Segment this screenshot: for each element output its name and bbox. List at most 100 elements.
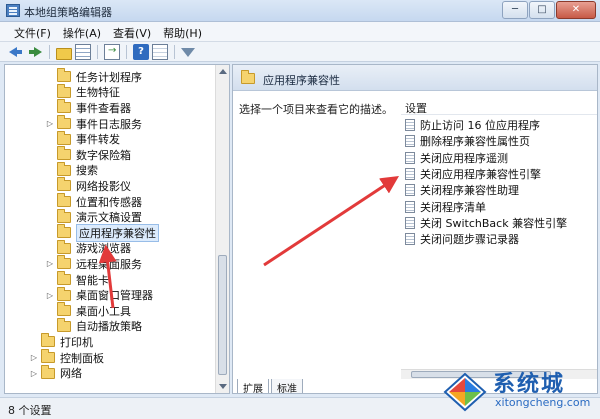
setting-label: 关闭应用程序兼容性引擎 bbox=[420, 168, 541, 182]
folder-up-icon[interactable] bbox=[56, 47, 72, 60]
maximize-button[interactable]: □ bbox=[529, 1, 555, 19]
setting-item[interactable]: 删除程序兼容性属性页 bbox=[401, 133, 530, 149]
scroll-thumb[interactable] bbox=[218, 255, 227, 375]
tree-item[interactable]: 搜索 bbox=[46, 161, 98, 179]
tab-extended[interactable]: 扩展 bbox=[237, 379, 269, 393]
tree-item-label: 远程桌面服务 bbox=[76, 257, 142, 271]
folder-icon bbox=[241, 70, 255, 84]
folder-icon bbox=[57, 68, 71, 83]
tree-item-label: 事件查看器 bbox=[76, 101, 131, 115]
setting-item[interactable]: 关闭程序清单 bbox=[401, 199, 486, 215]
xitongcheng-logo-icon bbox=[443, 372, 487, 412]
close-button[interactable]: ✕ bbox=[556, 1, 596, 19]
tab-standard[interactable]: 标准 bbox=[271, 379, 303, 393]
setting-label: 防止访问 16 位应用程序 bbox=[420, 119, 540, 133]
tree-item[interactable]: 事件查看器 bbox=[46, 99, 131, 116]
expand-arrow-icon[interactable]: ▷ bbox=[46, 259, 54, 268]
show-hide-tree-icon[interactable] bbox=[75, 43, 91, 60]
export-list-icon[interactable] bbox=[104, 43, 120, 60]
tree-item-label: 打印机 bbox=[60, 335, 93, 349]
properties-icon[interactable] bbox=[152, 43, 168, 60]
setting-label: 删除程序兼容性属性页 bbox=[420, 135, 530, 149]
policy-setting-icon bbox=[405, 184, 415, 197]
menu-file[interactable]: 文件(F) bbox=[8, 22, 57, 41]
tree-item[interactable]: ▷ 网络 bbox=[30, 364, 82, 381]
policy-setting-icon bbox=[405, 151, 415, 164]
tree-item[interactable]: 位置和传感器 bbox=[46, 193, 142, 210]
tree-item[interactable]: 任务计划程序 bbox=[46, 68, 142, 85]
tree-item[interactable]: 自动播放策略 bbox=[46, 317, 142, 335]
folder-icon bbox=[57, 193, 71, 208]
scroll-up-icon[interactable] bbox=[219, 69, 227, 74]
tree-item[interactable]: 游戏浏览器 bbox=[46, 239, 131, 257]
setting-item[interactable]: 关闭应用程序兼容性引擎 bbox=[401, 166, 541, 182]
setting-label: 关闭 SwitchBack 兼容性引擎 bbox=[420, 216, 568, 230]
help-icon[interactable]: ? bbox=[133, 43, 149, 60]
setting-label: 关闭问题步骤记录器 bbox=[420, 233, 519, 247]
tree-item-label: 网络投影仪 bbox=[76, 179, 131, 193]
setting-item[interactable]: 关闭程序兼容性助理 bbox=[401, 182, 519, 198]
settings-list: 设置 防止访问 16 位应用程序 删除程序兼容性属性页 关闭应用程序遥测关闭应用程序… bbox=[401, 97, 597, 367]
expand-arrow-icon[interactable]: ▷ bbox=[46, 291, 54, 300]
tree-item[interactable]: ▷ 远程桌面服务 bbox=[46, 255, 142, 272]
tree-item[interactable]: 生物特征 bbox=[46, 83, 120, 101]
minimize-button[interactable]: ─ bbox=[502, 1, 528, 19]
tree-item-label: 智能卡 bbox=[76, 273, 109, 287]
tree-item-label: 应用程序兼容性 bbox=[76, 223, 159, 242]
window-title: 本地组策略编辑器 bbox=[24, 6, 112, 19]
tree-item[interactable]: 网络投影仪 bbox=[46, 177, 131, 194]
tree-item[interactable]: 事件转发 bbox=[46, 130, 120, 147]
policy-setting-icon bbox=[405, 233, 415, 246]
folder-icon bbox=[41, 364, 55, 379]
tree-item-label: 桌面小工具 bbox=[76, 304, 131, 318]
tree-scrollbar[interactable] bbox=[215, 65, 229, 393]
tree-item[interactable]: 桌面小工具 bbox=[46, 302, 131, 319]
tree-item-label: 生物特征 bbox=[76, 86, 120, 100]
tree-item-label: 事件转发 bbox=[76, 133, 120, 147]
tree-item-label: 游戏浏览器 bbox=[76, 242, 131, 256]
tree-item-label: 搜索 bbox=[76, 164, 98, 178]
expand-arrow-icon[interactable]: ▷ bbox=[30, 353, 38, 362]
setting-item[interactable]: 关闭问题步骤记录器 bbox=[401, 231, 519, 247]
scroll-down-icon[interactable] bbox=[219, 384, 227, 389]
tree-item[interactable]: 打印机 bbox=[30, 333, 93, 350]
folder-icon bbox=[57, 177, 71, 192]
back-arrow-icon[interactable] bbox=[8, 44, 24, 60]
forward-arrow-icon[interactable] bbox=[27, 44, 43, 60]
menu-view[interactable]: 查看(V) bbox=[107, 22, 157, 41]
tree-item[interactable]: 演示文稿设置 bbox=[46, 208, 142, 225]
tree-item[interactable]: ▷ 控制面板 bbox=[30, 349, 104, 366]
details-title: 应用程序兼容性 bbox=[263, 74, 340, 87]
setting-item[interactable]: 防止访问 16 位应用程序 bbox=[401, 117, 540, 133]
expand-arrow-icon[interactable]: ▷ bbox=[46, 119, 54, 128]
watermark-url: xitongcheng.com bbox=[495, 396, 591, 409]
view-tabs: 扩展 标准 bbox=[237, 379, 303, 393]
toolbar-divider bbox=[174, 44, 175, 59]
folder-icon bbox=[57, 271, 71, 286]
folder-icon bbox=[41, 349, 55, 364]
toolbar-divider bbox=[49, 44, 50, 59]
tree-pane: 任务计划程序 生物特征 事件查看器 ▷ 事件日志服务 事件转发 数字保险箱 搜索 网络投影仪 位置… bbox=[4, 64, 230, 394]
setting-label: 关闭应用程序遥测 bbox=[420, 151, 508, 165]
tree-item-label: 桌面窗口管理器 bbox=[76, 289, 153, 303]
setting-item[interactable]: 关闭 SwitchBack 兼容性引擎 bbox=[401, 215, 567, 231]
tree-item[interactable]: 智能卡 bbox=[46, 271, 109, 288]
folder-icon bbox=[57, 302, 71, 317]
menu-help[interactable]: 帮助(H) bbox=[157, 22, 208, 41]
expand-arrow-icon[interactable]: ▷ bbox=[30, 369, 38, 378]
details-pane: 应用程序兼容性 选择一个项目来查看它的描述。 设置 防止访问 16 位应用程序删… bbox=[232, 64, 598, 394]
setting-item[interactable]: 关闭应用程序遥测 bbox=[401, 150, 508, 166]
menu-action[interactable]: 操作(A) bbox=[57, 22, 107, 41]
watermark-brand: 系统城 bbox=[493, 372, 566, 397]
tree-item[interactable]: ▷ 事件日志服务 bbox=[46, 115, 142, 132]
policy-editor-icon bbox=[6, 4, 20, 17]
tree-item-label: 事件日志服务 bbox=[76, 117, 142, 131]
toolbar-divider bbox=[97, 44, 98, 59]
tree-item[interactable]: ▷ 桌面窗口管理器 bbox=[46, 286, 153, 303]
tree-item[interactable]: 应用程序兼容性 bbox=[46, 223, 159, 242]
filter-icon[interactable] bbox=[181, 48, 195, 57]
tree-item[interactable]: 数字保险箱 bbox=[46, 146, 131, 163]
settings-column-header[interactable]: 设置 bbox=[401, 97, 597, 115]
tree-item-label: 任务计划程序 bbox=[76, 70, 142, 84]
folder-icon bbox=[57, 130, 71, 145]
